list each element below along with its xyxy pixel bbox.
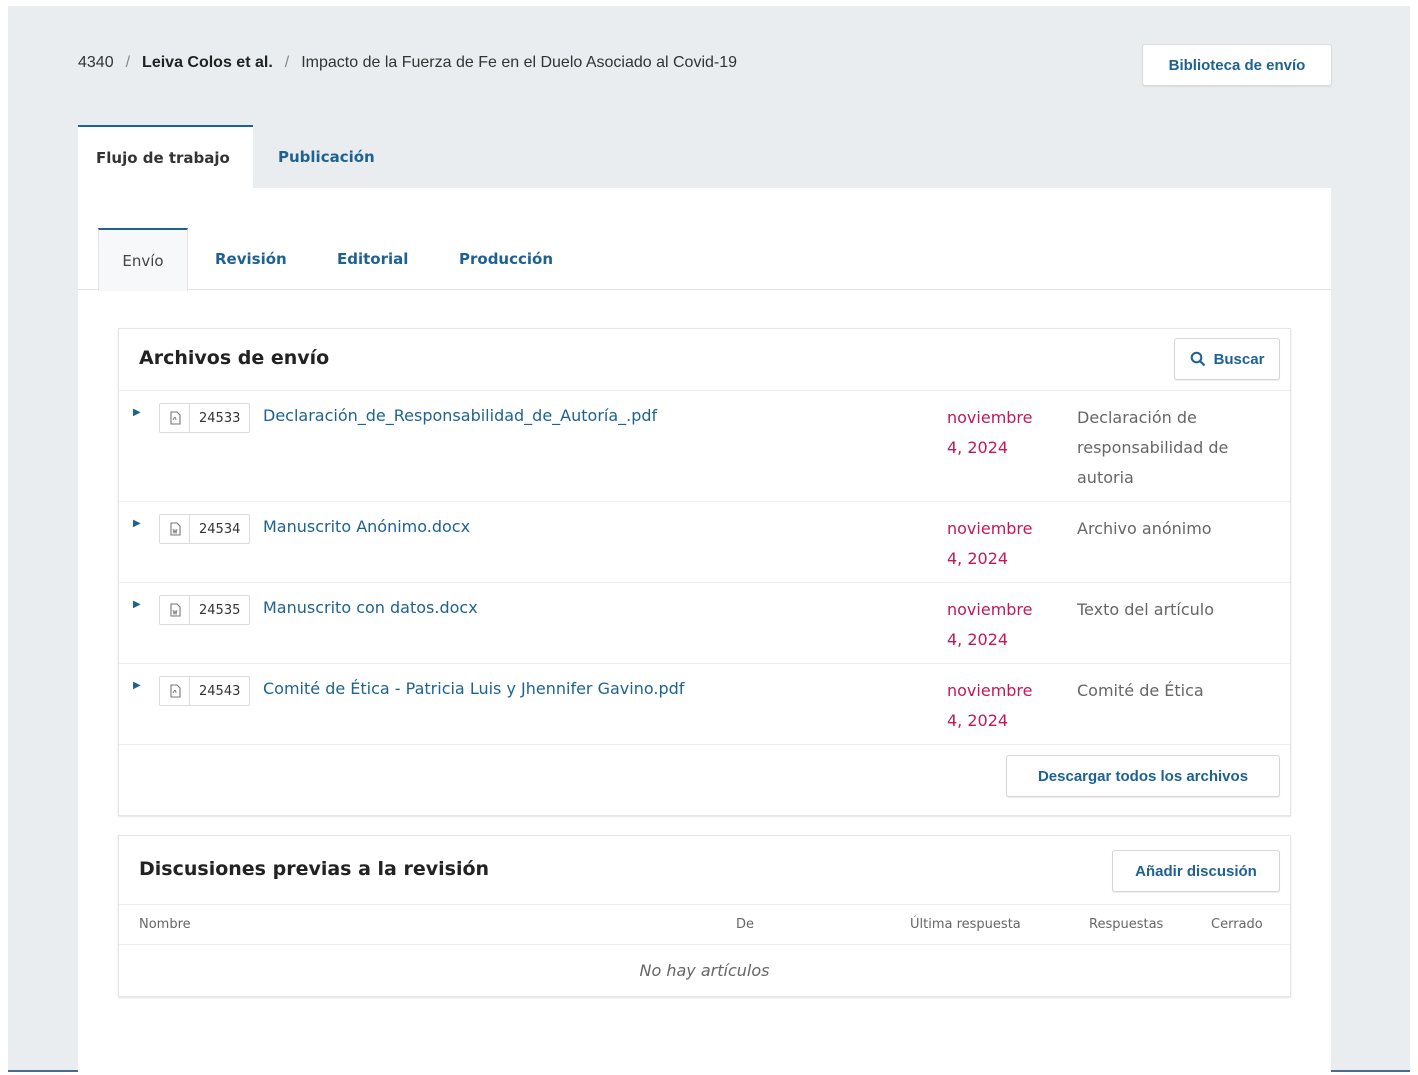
tab-label: Envío <box>122 251 164 270</box>
file-date-line: 4, 2024 <box>947 438 1009 457</box>
tab-editorial[interactable]: Editorial <box>337 228 408 290</box>
expand-row-icon[interactable]: ▶ <box>133 599 143 613</box>
file-type: Comité de Ética <box>1077 676 1257 706</box>
file-date-line: 4, 2024 <box>947 630 1009 649</box>
tab-workflow[interactable]: Flujo de trabajo <box>78 125 253 188</box>
submission-files-card: Archivos de envío Buscar ▶ 24533 Declara… <box>118 328 1291 816</box>
file-row: ▶ 24534 Manuscrito Anónimo.docx noviembr… <box>119 502 1290 583</box>
file-chip: 24534 <box>159 514 251 544</box>
file-date: noviembre 4, 2024 <box>947 595 1057 655</box>
card-footer: Descargar todos los archivos <box>119 745 1290 815</box>
table-header: Nombre De Última respuesta Respuestas Ce… <box>119 905 1290 945</box>
file-row: ▶ 24535 Manuscrito con datos.docx noviem… <box>119 583 1290 664</box>
download-all-files-button[interactable]: Descargar todos los archivos <box>1006 755 1280 797</box>
file-id: 24543 <box>199 683 241 699</box>
expand-row-icon[interactable]: ▶ <box>133 407 143 421</box>
tab-publication[interactable]: Publicación <box>260 125 393 188</box>
breadcrumb-separator: / <box>125 54 131 71</box>
search-button-label: Buscar <box>1213 350 1265 368</box>
card-header: Discusiones previas a la revisión Añadir… <box>119 836 1290 905</box>
file-type-line: Texto del artículo <box>1077 600 1215 619</box>
file-date-line: noviembre <box>947 408 1033 427</box>
file-type: Texto del artículo <box>1077 595 1257 625</box>
file-id: 24534 <box>199 521 241 537</box>
empty-table-message: No hay artículos <box>639 961 770 980</box>
search-button[interactable]: Buscar <box>1174 338 1280 380</box>
file-chip: 24535 <box>159 595 251 625</box>
breadcrumb-separator: / <box>284 54 290 71</box>
file-row: ▶ 24533 Declaración_de_Responsabilidad_d… <box>119 391 1290 502</box>
file-type-line: responsabilidad de <box>1077 438 1229 457</box>
tab-label: Publicación <box>278 147 375 166</box>
submission-authors: Leiva Colos et al. <box>142 54 273 71</box>
card-title: Discusiones previas a la revisión <box>139 858 490 880</box>
card-title: Archivos de envío <box>139 347 330 369</box>
pdf-file-icon <box>160 404 190 432</box>
workflow-panel: Envío Revisión Editorial Producción Arch… <box>78 188 1331 1072</box>
file-link[interactable]: Declaración_de_Responsabilidad_de_Autorí… <box>263 406 657 425</box>
tab-production[interactable]: Producción <box>459 228 553 290</box>
column-header-closed: Cerrado <box>1211 917 1263 932</box>
submission-library-button[interactable]: Biblioteca de envío <box>1142 44 1332 86</box>
file-row: ▶ 24543 Comité de Ética - Patricia Luis … <box>119 664 1290 745</box>
file-date-line: noviembre <box>947 519 1033 538</box>
file-date-line: 4, 2024 <box>947 711 1009 730</box>
file-type-line: Comité de Ética <box>1077 681 1204 700</box>
tab-submission[interactable]: Envío <box>98 228 188 291</box>
expand-row-icon[interactable]: ▶ <box>133 518 143 532</box>
tab-label: Producción <box>459 250 554 268</box>
file-date-line: 4, 2024 <box>947 549 1009 568</box>
tab-label: Editorial <box>337 250 409 268</box>
pre-review-discussions-card: Discusiones previas a la revisión Añadir… <box>118 835 1291 997</box>
submission-title: Impacto de la Fuerza de Fe en el Duelo A… <box>301 54 738 71</box>
tab-review[interactable]: Revisión <box>215 228 287 290</box>
file-date: noviembre 4, 2024 <box>947 514 1057 574</box>
expand-row-icon[interactable]: ▶ <box>133 680 143 694</box>
file-type-line: autoria <box>1077 468 1134 487</box>
word-file-icon <box>160 515 190 543</box>
file-id: 24535 <box>199 602 241 618</box>
tab-label: Flujo de trabajo <box>96 148 230 167</box>
submission-id: 4340 <box>78 54 114 71</box>
pdf-file-icon <box>160 677 190 705</box>
file-type-line: Declaración de <box>1077 408 1197 427</box>
column-header-replies: Respuestas <box>1089 917 1164 932</box>
column-header-last-reply: Última respuesta <box>910 917 1021 932</box>
file-link[interactable]: Manuscrito Anónimo.docx <box>263 517 470 536</box>
stage-tabs: Envío Revisión Editorial Producción <box>78 228 1331 291</box>
page-background: 4340 / Leiva Colos et al. / Impacto de l… <box>8 6 1410 1072</box>
file-link[interactable]: Comité de Ética - Patricia Luis y Jhenni… <box>263 679 684 698</box>
search-icon <box>1190 351 1205 367</box>
card-header: Archivos de envío Buscar <box>119 329 1290 391</box>
file-date: noviembre 4, 2024 <box>947 403 1057 463</box>
column-header-from: De <box>736 917 755 932</box>
file-link[interactable]: Manuscrito con datos.docx <box>263 598 478 617</box>
file-date-line: noviembre <box>947 681 1033 700</box>
file-type: Archivo anónimo <box>1077 514 1257 544</box>
breadcrumb: 4340 / Leiva Colos et al. / Impacto de l… <box>78 52 737 74</box>
tab-label: Revisión <box>215 250 287 268</box>
column-header-name: Nombre <box>139 917 191 932</box>
file-date: noviembre 4, 2024 <box>947 676 1057 736</box>
word-file-icon <box>160 596 190 624</box>
file-chip: 24543 <box>159 676 251 706</box>
file-id: 24533 <box>199 410 241 426</box>
file-date-line: noviembre <box>947 600 1033 619</box>
file-type-line: Archivo anónimo <box>1077 519 1212 538</box>
file-chip: 24533 <box>159 403 251 433</box>
add-discussion-button[interactable]: Añadir discusión <box>1112 850 1280 892</box>
file-type: Declaración de responsabilidad de autori… <box>1077 403 1257 493</box>
